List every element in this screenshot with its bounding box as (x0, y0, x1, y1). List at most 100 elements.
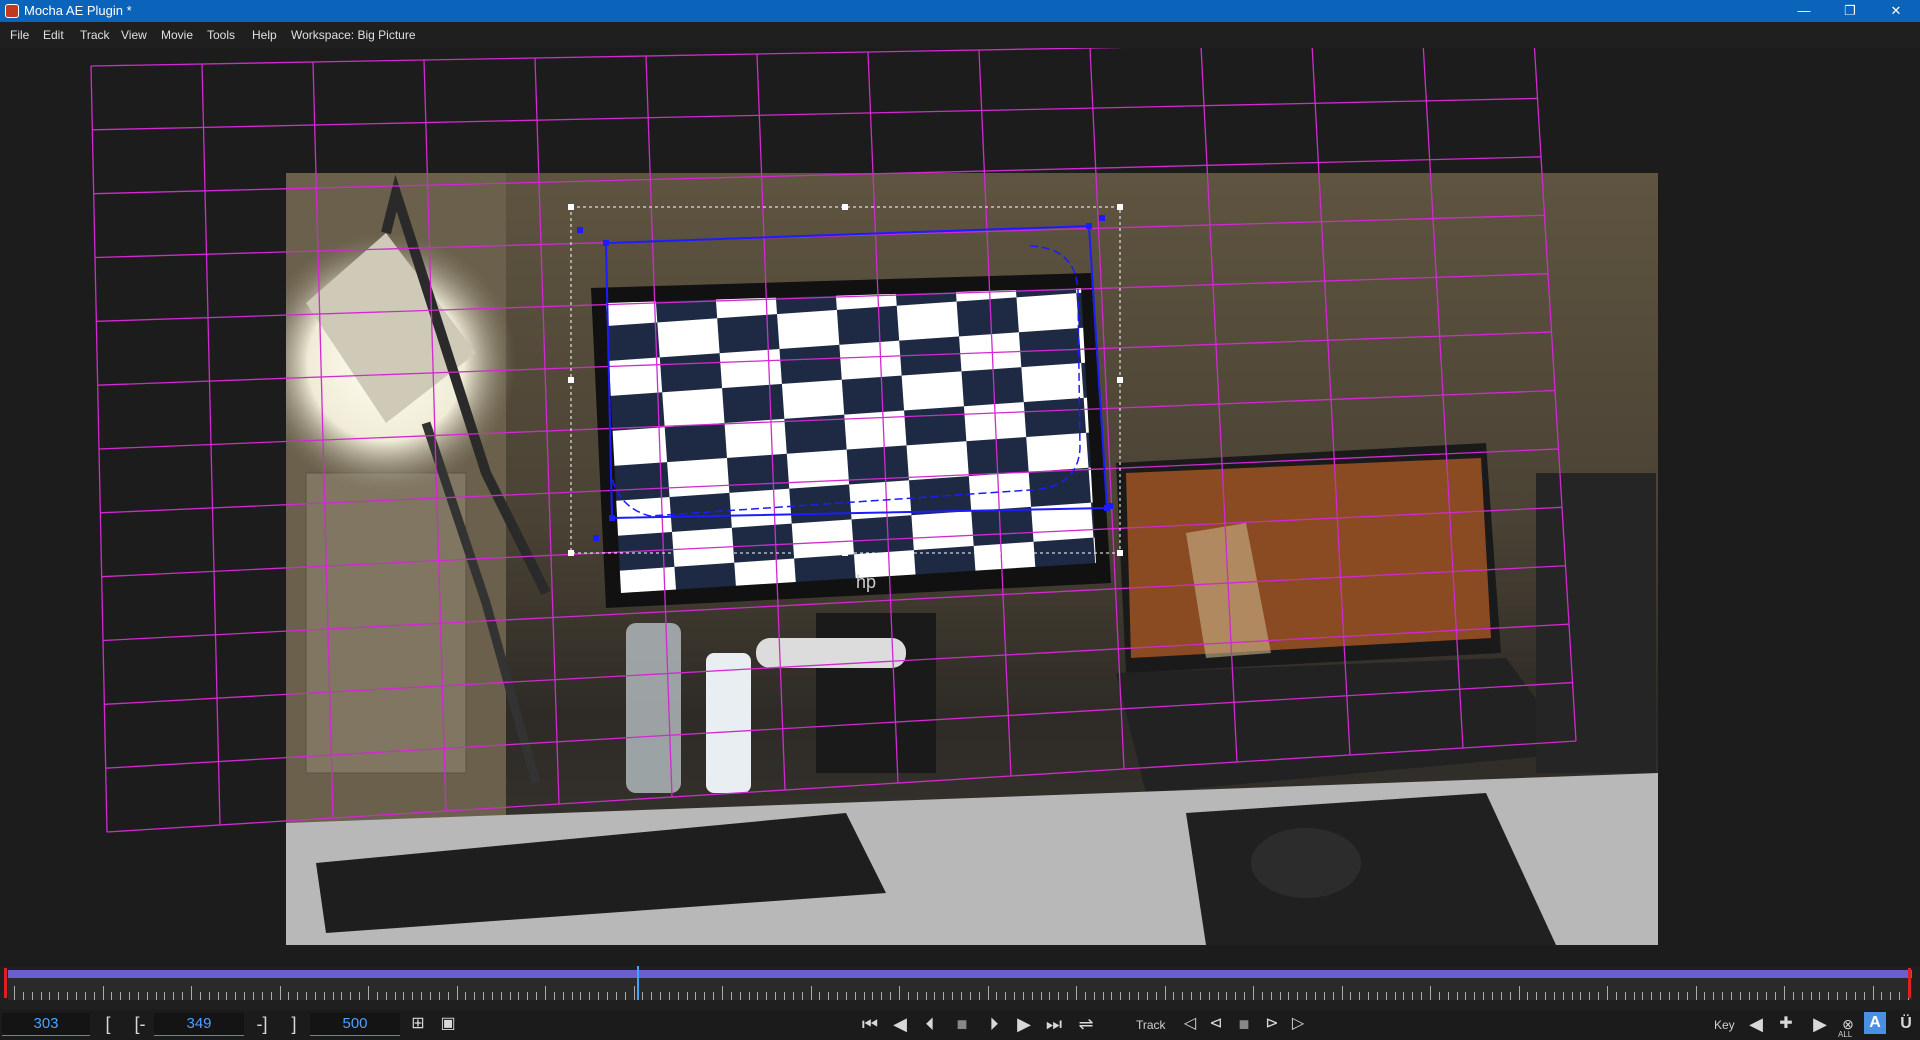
restore-button[interactable]: ❐ (1827, 0, 1873, 22)
next-keyframe-icon[interactable]: ▶ (1808, 1012, 1832, 1036)
timeline-tick (1819, 992, 1821, 1000)
play-forward-icon[interactable]: ▶ (1012, 1012, 1036, 1036)
timeline-tick (1792, 992, 1794, 1000)
timeline-tick (376, 992, 378, 1000)
go-to-end-icon[interactable]: ⏭ (1042, 1012, 1066, 1036)
transform-handle[interactable] (1117, 204, 1123, 210)
timeline[interactable] (0, 966, 1920, 1010)
add-keyframe-icon[interactable]: ✚ (1774, 1012, 1798, 1036)
menu-help[interactable]: Help (252, 28, 277, 42)
stop-icon[interactable]: ■ (950, 1012, 974, 1036)
transform-handle[interactable] (842, 550, 848, 556)
timeline-tick (500, 992, 502, 1000)
tracking-overlay (90, 48, 1577, 833)
transform-handle[interactable] (568, 204, 574, 210)
tracking-spline[interactable] (604, 224, 1109, 520)
track-forward-icon[interactable]: ▷ (1286, 1012, 1310, 1036)
timeline-tick (978, 992, 980, 1000)
timeline-tick (368, 986, 369, 1000)
timeline-tick (766, 992, 768, 1000)
timeline-tick (1704, 992, 1706, 1000)
track-step-forward-icon[interactable]: ⊳ (1260, 1012, 1284, 1036)
transform-handle[interactable] (568, 377, 574, 383)
timeline-tick (1854, 992, 1856, 1000)
step-forward-icon[interactable]: ⏵ (982, 1012, 1006, 1036)
go-to-in-point-button[interactable]: [- (128, 1012, 152, 1036)
spline-point[interactable] (1107, 503, 1113, 509)
timeline-playhead[interactable] (636, 966, 639, 1000)
spline-point[interactable] (593, 535, 599, 541)
go-to-start-icon[interactable]: ⏮ (858, 1012, 882, 1036)
transform-handle[interactable] (568, 550, 574, 556)
timeline-ruler[interactable] (8, 978, 1912, 1000)
timeline-tick (668, 992, 670, 1000)
timeline-tick (14, 986, 15, 1000)
spline-point[interactable] (1099, 215, 1105, 221)
timeline-end-marker[interactable] (1908, 968, 1911, 998)
timeline-start-marker[interactable] (4, 968, 7, 998)
menu-tools[interactable]: Tools (207, 28, 235, 42)
timeline-tick (491, 992, 493, 1000)
set-range-icon[interactable]: ⊞ (406, 1012, 430, 1036)
timeline-tick (75, 992, 77, 1000)
surface-spline[interactable] (611, 245, 1081, 517)
menu-movie[interactable]: Movie (161, 28, 193, 42)
spline-point[interactable] (1086, 223, 1092, 229)
timeline-tick (252, 992, 254, 1000)
timeline-tick (1447, 992, 1449, 1000)
timeline-tick (633, 986, 635, 1000)
set-out-point-button[interactable]: ] (282, 1012, 306, 1036)
current-frame-field[interactable]: 303 (2, 1013, 90, 1036)
timeline-tick (1553, 992, 1555, 1000)
timeline-tick (1191, 992, 1193, 1000)
timeline-tick (1005, 992, 1007, 1000)
timeline-tick (695, 992, 697, 1000)
track-stop-icon[interactable]: ■ (1232, 1012, 1256, 1036)
timeline-tick (1500, 992, 1502, 1000)
loop-mode-icon[interactable]: ⇌ (1074, 1012, 1098, 1036)
workspace-selector[interactable]: Workspace: Big Picture (291, 28, 416, 42)
track-step-backward-icon[interactable]: ⊲ (1204, 1012, 1228, 1036)
menu-track[interactable]: Track (80, 28, 110, 42)
timeline-tick (1297, 992, 1299, 1000)
transform-handle[interactable] (1117, 550, 1123, 556)
timeline-tick (1253, 986, 1254, 1000)
menu-edit[interactable]: Edit (43, 28, 64, 42)
timeline-tick (208, 992, 210, 1000)
timeline-tick (1784, 986, 1785, 1000)
transform-handle[interactable] (842, 204, 848, 210)
out-point-field[interactable]: 500 (310, 1013, 400, 1036)
timeline-tick (288, 992, 290, 1000)
transform-handle[interactable] (1117, 377, 1123, 383)
spline-point[interactable] (577, 227, 583, 233)
timeline-tick (1208, 992, 1210, 1000)
timeline-tick (1642, 992, 1644, 1000)
timeline-tick (1279, 992, 1281, 1000)
close-button[interactable]: ✕ (1873, 0, 1919, 22)
timeline-tick (93, 992, 95, 1000)
step-backward-icon[interactable]: ⏴ (918, 1012, 942, 1036)
grid-line-horizontal (90, 48, 1127, 67)
reset-range-icon[interactable]: ▣ (436, 1012, 460, 1036)
autokey-toggle-icon[interactable]: A (1864, 1012, 1886, 1034)
spline-point[interactable] (603, 240, 609, 246)
timeline-tick (1881, 992, 1883, 1000)
go-to-out-point-button[interactable]: -] (250, 1012, 274, 1036)
previous-keyframe-icon[interactable]: ◀ (1744, 1012, 1768, 1036)
in-point-field[interactable]: 349 (154, 1013, 244, 1036)
timeline-work-range[interactable] (8, 970, 1912, 978)
timeline-tick (297, 992, 299, 1000)
unlink-key-icon[interactable]: Ü (1894, 1012, 1918, 1036)
play-backward-icon[interactable]: ◀ (888, 1012, 912, 1036)
clip-viewer[interactable]: hp (0, 48, 1920, 966)
minimize-button[interactable]: — (1781, 0, 1827, 22)
menu-view[interactable]: View (121, 28, 147, 42)
spline-point[interactable] (609, 515, 615, 521)
timeline-tick (226, 992, 228, 1000)
timeline-tick (1155, 992, 1157, 1000)
timeline-tick (314, 992, 316, 1000)
menu-file[interactable]: File (10, 28, 29, 42)
set-in-point-button[interactable]: [ (96, 1012, 120, 1036)
timeline-tick (1146, 992, 1148, 1000)
track-backward-icon[interactable]: ◁ (1178, 1012, 1202, 1036)
